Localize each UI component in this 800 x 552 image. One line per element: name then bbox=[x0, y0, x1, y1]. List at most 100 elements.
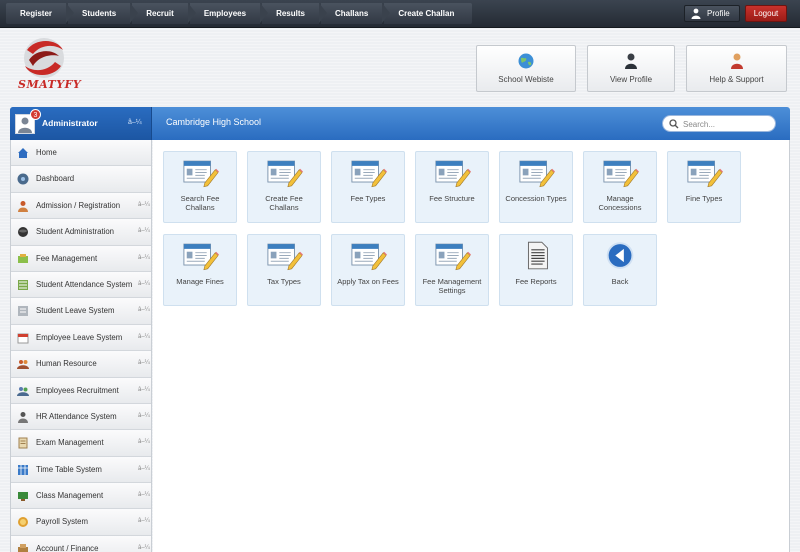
logo-swirl-icon bbox=[24, 38, 64, 78]
help-support-button[interactable]: Help & Support bbox=[686, 45, 787, 92]
sidebar-item-class-management[interactable]: Class Management â–¼ bbox=[11, 483, 151, 510]
form-edit-icon bbox=[351, 160, 388, 188]
sidebar-item-label: Account / Finance bbox=[36, 543, 99, 552]
sidebar-item-label: Student Attendance System bbox=[36, 279, 133, 289]
sidebar-item-label: Home bbox=[36, 148, 57, 157]
sidebar-item-home[interactable]: Home bbox=[11, 140, 151, 167]
payroll-icon bbox=[18, 517, 28, 528]
tile-label: Apply Tax on Fees bbox=[337, 277, 399, 286]
tile-apply-tax-on-fees[interactable]: Apply Tax on Fees bbox=[331, 234, 405, 306]
sidebar-item-caret: â–¼ bbox=[138, 307, 150, 314]
notification-badge: 3 bbox=[30, 109, 41, 120]
tile-search-fee-challans[interactable]: Search Fee Challans bbox=[163, 151, 237, 223]
crumb-students[interactable]: Students bbox=[68, 3, 139, 24]
student-admin-icon bbox=[18, 227, 28, 238]
sidebar-item-caret: â–¼ bbox=[138, 360, 150, 367]
sidebar-item-exam-management[interactable]: Exam Management â–¼ bbox=[11, 430, 151, 457]
sidebar-item-label: Time Table System bbox=[36, 464, 102, 474]
tile-fee-structure[interactable]: Fee Structure bbox=[415, 151, 489, 223]
form-edit-icon bbox=[603, 160, 640, 188]
sidebar-item-label: Fee Management bbox=[36, 253, 98, 263]
form-edit-icon bbox=[435, 160, 472, 188]
tile-tax-types[interactable]: Tax Types bbox=[247, 234, 321, 306]
home-icon bbox=[18, 148, 28, 158]
sidebar-item-label: Employees Recruitment bbox=[36, 385, 119, 395]
sidebar-item-caret: â–¼ bbox=[138, 333, 150, 340]
tile-label: Fee Reports bbox=[515, 277, 557, 286]
tile-manage-fines[interactable]: Manage Fines bbox=[163, 234, 237, 306]
tile-back[interactable]: Back bbox=[583, 234, 657, 306]
sidebar-item-caret: â–¼ bbox=[138, 280, 150, 287]
sidebar-item-label: Admission / Registration bbox=[36, 200, 121, 210]
admin-menu[interactable]: 3 Administrator â–¼ bbox=[10, 107, 152, 140]
form-edit-icon bbox=[183, 160, 220, 188]
crumb-recruit[interactable]: Recruit bbox=[132, 3, 196, 24]
support-person-icon bbox=[730, 53, 743, 69]
form-edit-icon bbox=[267, 243, 304, 271]
sidebar-item-fee-management[interactable]: Fee Management â–¼ bbox=[11, 245, 151, 272]
tile-label: Concession Types bbox=[505, 194, 567, 203]
sidebar-item-employee-leave-system[interactable]: Employee Leave System â–¼ bbox=[11, 324, 151, 352]
sidebar-item-caret: â–¼ bbox=[138, 201, 150, 208]
sidebar-item-human-resource[interactable]: Human Resource â–¼ bbox=[11, 351, 151, 378]
tile-create-fee-challans[interactable]: Create Fee Challans bbox=[247, 151, 321, 223]
recruitment-icon bbox=[17, 386, 29, 396]
form-edit-icon bbox=[435, 243, 472, 271]
tile-label: Fee Management Settings bbox=[422, 277, 482, 295]
sidebar-item-caret: â–¼ bbox=[138, 228, 150, 235]
hr-attendance-icon bbox=[18, 411, 28, 423]
search-icon bbox=[669, 119, 679, 129]
form-edit-icon bbox=[183, 243, 220, 271]
tile-label: Fine Types bbox=[685, 194, 723, 203]
crumb-challans[interactable]: Challans bbox=[320, 3, 391, 24]
sidebar-item-account-finance[interactable]: Account / Finance â–¼ bbox=[11, 535, 151, 552]
crumb-register[interactable]: Register bbox=[6, 3, 75, 24]
sidebar-item-time-table-system[interactable]: Time Table System â–¼ bbox=[11, 456, 151, 484]
sidebar-item-payroll-system[interactable]: Payroll System â–¼ bbox=[11, 509, 151, 536]
tile-label: Manage Fines bbox=[176, 277, 224, 286]
view-profile-button[interactable]: View Profile bbox=[587, 45, 675, 92]
timetable-icon bbox=[18, 464, 28, 475]
tile-concession-types[interactable]: Concession Types bbox=[499, 151, 573, 223]
form-edit-icon bbox=[687, 160, 724, 188]
class-icon bbox=[18, 492, 28, 502]
crumb-employees[interactable]: Employees bbox=[189, 3, 269, 24]
fee-icon bbox=[18, 253, 28, 263]
document-icon bbox=[527, 241, 548, 270]
tile-label: Fee Structure bbox=[429, 194, 475, 203]
sidebar-item-student-administration[interactable]: Student Administration â–¼ bbox=[11, 219, 151, 246]
sidebar-item-student-leave-system[interactable]: Student Leave System â–¼ bbox=[11, 298, 151, 325]
top-nav-bar: Register Students Recruit Employees Resu… bbox=[0, 0, 800, 28]
sidebar-item-student-attendance-system[interactable]: Student Attendance System â–¼ bbox=[11, 271, 151, 299]
tile-manage-concessions[interactable]: Manage Concessions bbox=[583, 151, 657, 223]
tile-fee-types[interactable]: Fee Types bbox=[331, 151, 405, 223]
sidebar-item-employees-recruitment[interactable]: Employees Recruitment â–¼ bbox=[11, 377, 151, 404]
sidebar-item-dashboard[interactable]: Dashboard bbox=[11, 166, 151, 193]
sidebar-item-label: Employee Leave System bbox=[36, 332, 123, 342]
app-logo[interactable]: SMATYFY bbox=[16, 36, 81, 98]
sidebar-item-label: Student Leave System bbox=[36, 306, 115, 316]
sidebar-item-admission-registration[interactable]: Admission / Registration â–¼ bbox=[11, 192, 151, 220]
sidebar-item-label: Human Resource bbox=[36, 359, 97, 369]
sidebar-item-hr-attendance-system[interactable]: HR Attendance System â–¼ bbox=[11, 403, 151, 431]
view-profile-label: View Profile bbox=[609, 75, 653, 84]
school-website-button[interactable]: School Webiste bbox=[476, 45, 576, 92]
crumb-create-challan[interactable]: Create Challan bbox=[384, 3, 473, 24]
search-box[interactable] bbox=[662, 115, 776, 132]
sidebar-item-caret: â–¼ bbox=[138, 386, 150, 393]
profile-button[interactable]: Profile bbox=[684, 5, 740, 22]
admin-caret: â–¼ bbox=[128, 119, 142, 126]
logout-button[interactable]: Logout bbox=[745, 5, 787, 22]
sidebar-item-label: Exam Management bbox=[36, 438, 104, 448]
sidebar-item-caret: â–¼ bbox=[138, 254, 150, 261]
sidebar-item-label: Class Management bbox=[36, 491, 104, 501]
tile-fee-reports[interactable]: Fee Reports bbox=[499, 234, 573, 306]
calendar-icon bbox=[17, 333, 29, 344]
back-arrow-icon bbox=[606, 242, 634, 269]
tile-label: Create Fee Challans bbox=[265, 194, 303, 212]
crumb-results[interactable]: Results bbox=[262, 3, 327, 24]
search-input[interactable] bbox=[683, 118, 771, 130]
tile-label: Manage Concessions bbox=[598, 194, 642, 212]
tile-fee-management-settings[interactable]: Fee Management Settings bbox=[415, 234, 489, 306]
tile-fine-types[interactable]: Fine Types bbox=[667, 151, 741, 223]
